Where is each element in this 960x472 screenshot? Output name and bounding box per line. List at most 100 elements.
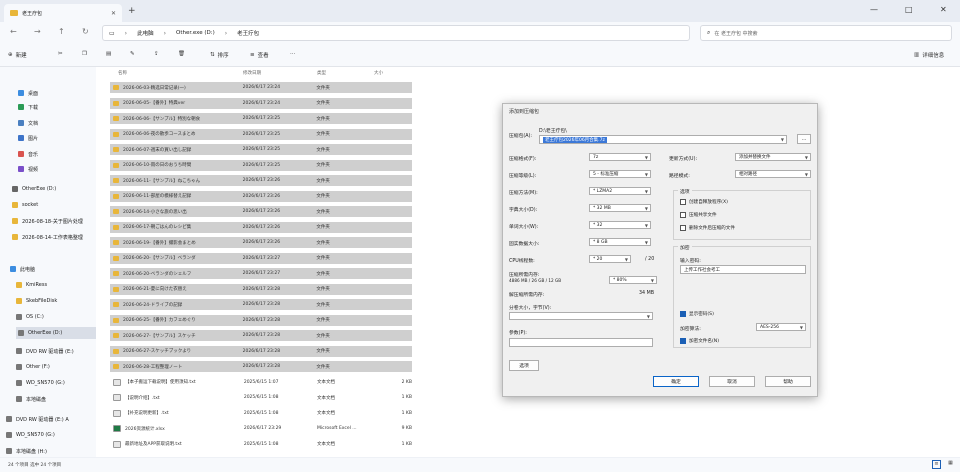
sidebar-item[interactable]: SkebFileDisk [16, 295, 57, 307]
refresh-icon[interactable]: ↻ [82, 27, 89, 36]
column-header-size[interactable]: 大小 [374, 70, 383, 79]
mem-combo[interactable]: * 80% ▼ [609, 276, 657, 284]
maximize-button[interactable]: □ [905, 5, 913, 14]
archive-name-combo[interactable]: 老王疗包2026年06月合集.7z ▼ [539, 135, 787, 144]
file-row[interactable]: 2026-06-19-【番外】撮影会まとめ 2026/6/17 23:26 文件夹 [110, 237, 412, 248]
password-input[interactable]: 上传工作社会考工 [680, 265, 806, 274]
new-button[interactable]: ⊕ 新建 [8, 51, 27, 59]
params-input[interactable] [509, 338, 653, 347]
sidebar-item[interactable]: 2026-08-18-关于图片处理 [12, 215, 83, 227]
minimize-button[interactable]: — [870, 5, 878, 14]
file-row[interactable]: 【本子搬运下载说明】使用须知.txt 2025/6/15 1:07 文本文档 2 KB [110, 377, 412, 388]
file-row[interactable]: 2026-06-17-朝ごはんのレシピ集 2026/6/17 23:26 文件夹 [110, 221, 412, 233]
show-password-checkbox[interactable]: 显示密码(S) [680, 311, 714, 317]
sidebar-item[interactable]: 文档 [18, 117, 38, 129]
sidebar-item[interactable]: socket [12, 199, 38, 211]
format-combo[interactable]: 7z ▼ [589, 153, 651, 161]
column-header-name[interactable]: 名称 [118, 70, 127, 79]
enc-method-combo[interactable]: AES-256 ▼ [756, 323, 806, 331]
file-row[interactable]: 最新地址及APP获取说明.txt 2025/6/15 1:08 文本文档 1 KB [110, 439, 412, 450]
sidebar-item[interactable]: DVD RW 驱动器 (E:) A [6, 413, 69, 425]
column-header-date[interactable]: 修改日期 [243, 70, 261, 79]
up-arrow-icon[interactable]: ↑ [58, 27, 65, 36]
sidebar-item[interactable]: 音乐 [18, 148, 38, 160]
file-row[interactable]: 2026-06-06-夜の散歩コースまとめ 2026/6/17 23:25 文件夹 [110, 128, 412, 140]
sidebar-item[interactable]: 本地磁盘 (H:) [6, 445, 47, 457]
forward-arrow-icon[interactable]: → [34, 27, 41, 36]
sidebar-item[interactable]: 此电脑 [10, 263, 35, 275]
sort-button[interactable]: ⇅ 排序 [210, 51, 229, 59]
sidebar-item[interactable]: 本地磁盘 [16, 393, 46, 405]
file-row[interactable]: 2026-06-21-夏に向けた衣替え 2026/6/17 23:28 文件夹 [110, 283, 412, 295]
split-combo[interactable]: ▼ [509, 312, 653, 320]
sidebar-item[interactable]: Other (F:) [16, 361, 50, 373]
file-row[interactable]: 2026-06-06-【サンプル】特別な朝食 2026/6/17 23:25 文件夹 [110, 113, 412, 124]
ok-button[interactable]: 确定 [653, 376, 699, 387]
file-row[interactable]: 【补充说明更新】.txt 2025/6/15 1:08 文本文档 1 KB [110, 408, 412, 419]
details-button[interactable]: ▥ 详细信息 [914, 51, 944, 59]
file-row[interactable]: 2026-06-28-工程整理ノート 2026/6/17 23:28 文件夹 [110, 361, 412, 372]
cut-icon[interactable]: ✂ [58, 51, 63, 57]
word-combo[interactable]: * 32 ▼ [589, 221, 651, 229]
sidebar-item[interactable]: OS (C:) [16, 311, 44, 323]
path-mode-combo[interactable]: 相对路径 ▼ [735, 170, 811, 178]
rename-icon[interactable]: ✎ [130, 51, 135, 57]
sidebar-item[interactable]: 下载 [18, 101, 38, 113]
details-view-icon[interactable]: ≡ [932, 460, 941, 469]
dict-combo[interactable]: * 32 MB ▼ [589, 204, 651, 212]
file-row[interactable]: 2026-06-03-精选日常记录(一) 2026/6/17 23:24 文件夹 [110, 82, 412, 93]
sidebar-item[interactable]: DVD RW 驱动器 (E:) [16, 345, 74, 357]
file-row[interactable]: 2026-06-20-【サンプル】ベランダ 2026/6/17 23:27 文件夹 [110, 252, 412, 264]
delete-after-checkbox[interactable]: 删除文件后压缩的文件 [680, 225, 735, 231]
sidebar-item[interactable]: 视频 [18, 163, 38, 175]
sidebar-item[interactable]: 桌面 [18, 87, 38, 99]
solid-combo[interactable]: * 8 GB ▼ [589, 238, 651, 246]
paste-icon[interactable]: ▤ [106, 51, 111, 57]
file-row[interactable]: 2026-06-05-【番外】特典ver 2026/6/17 23:24 文件夹 [110, 97, 412, 109]
copy-icon[interactable]: ❐ [82, 51, 87, 57]
cpu-combo[interactable]: * 20 ▼ [589, 255, 631, 263]
sidebar-item[interactable]: WD_SN570 (G:) [16, 377, 65, 389]
file-row[interactable]: 2026-06-11-【サンプル】ねこちゃん 2026/6/17 23:26 文件夹 [110, 175, 412, 186]
share-icon[interactable]: ⇪ [154, 51, 159, 57]
level-combo[interactable]: 5 - 标准压缩 ▼ [589, 170, 651, 178]
breadcrumb-pc[interactable]: 此电脑 [137, 29, 154, 37]
close-tab-icon[interactable]: ✕ [111, 10, 116, 17]
sidebar-item[interactable]: OtherExe (D:) [16, 327, 106, 339]
file-row[interactable]: 【说明介绍】.txt 2025/6/15 1:08 文本文档 1 KB [110, 392, 412, 403]
more-icon[interactable]: ··· [290, 51, 295, 57]
method-combo[interactable]: * LZMA2 ▼ [589, 187, 651, 195]
sidebar-item[interactable]: WD_SN570 (G:) [6, 429, 55, 441]
breadcrumb-drive[interactable]: Other.exe (D:) [176, 30, 215, 36]
file-row[interactable]: 2026-06-10-雨の日のおうち時間 2026/6/17 23:25 文件夹 [110, 159, 412, 171]
delete-icon[interactable]: 🗑 [178, 51, 185, 57]
file-row[interactable]: 2026-06-07-週末の買い出し記録 2026/6/17 23:25 文件夹 [110, 144, 412, 155]
file-row[interactable]: 2026-06-24-ドライブの記録 2026/6/17 23:28 文件夹 [110, 299, 412, 310]
sidebar-item[interactable]: KmiRess [16, 279, 47, 291]
tiles-view-icon[interactable]: ▦ [946, 460, 955, 469]
browse-button[interactable]: ... [797, 134, 811, 144]
new-tab-icon[interactable]: + [128, 6, 136, 16]
column-header-type[interactable]: 类型 [317, 70, 326, 79]
address-bar[interactable]: ▭ › 此电脑 › Other.exe (D:) › 老王疗包 [102, 25, 690, 41]
file-row[interactable]: 2026-06-27-スケッチブックより 2026/6/17 23:28 文件夹 [110, 345, 412, 357]
help-button[interactable]: 帮助 [765, 376, 811, 387]
close-window-button[interactable]: ✕ [940, 5, 947, 14]
file-row[interactable]: 2026-06-14-小さな旅の思い出 2026/6/17 23:26 文件夹 [110, 206, 412, 217]
sfx-checkbox[interactable]: 创建自释放程序(X) [680, 199, 728, 205]
sidebar-item[interactable]: 图片 [18, 132, 38, 144]
window-tab[interactable]: 老王疗包 ✕ [4, 4, 122, 22]
update-combo[interactable]: 添加并替换文件 ▼ [735, 153, 811, 161]
options-button[interactable]: 选项 [509, 360, 539, 371]
file-row[interactable]: 2026资源统计.xlsx 2026/6/17 23:29 Microsoft Ex… [110, 423, 412, 434]
file-row[interactable]: 2026-06-20-ベランダのシェルフ 2026/6/17 23:27 文件夹 [110, 268, 412, 279]
back-arrow-icon[interactable]: ← [10, 27, 17, 36]
sidebar-item[interactable]: 2026-08-14-工作表格整理 [12, 231, 83, 243]
file-row[interactable]: 2026-06-27-【サンプル】スケッチ 2026/6/17 23:28 文件夹 [110, 330, 412, 341]
view-button[interactable]: ≡ 查看 [250, 51, 269, 59]
sidebar-item[interactable]: OtherExe (D:) [12, 183, 56, 195]
file-row[interactable]: 2026-06-11-部屋の模様替え記録 2026/6/17 23:26 文件夹 [110, 190, 412, 202]
file-row[interactable]: 2026-06-25-【番外】カフェめぐり 2026/6/17 23:28 文件夹 [110, 314, 412, 326]
shared-checkbox[interactable]: 压缩共享文件 [680, 212, 717, 218]
encrypt-names-checkbox[interactable]: 加密文件名(N) [680, 338, 719, 344]
